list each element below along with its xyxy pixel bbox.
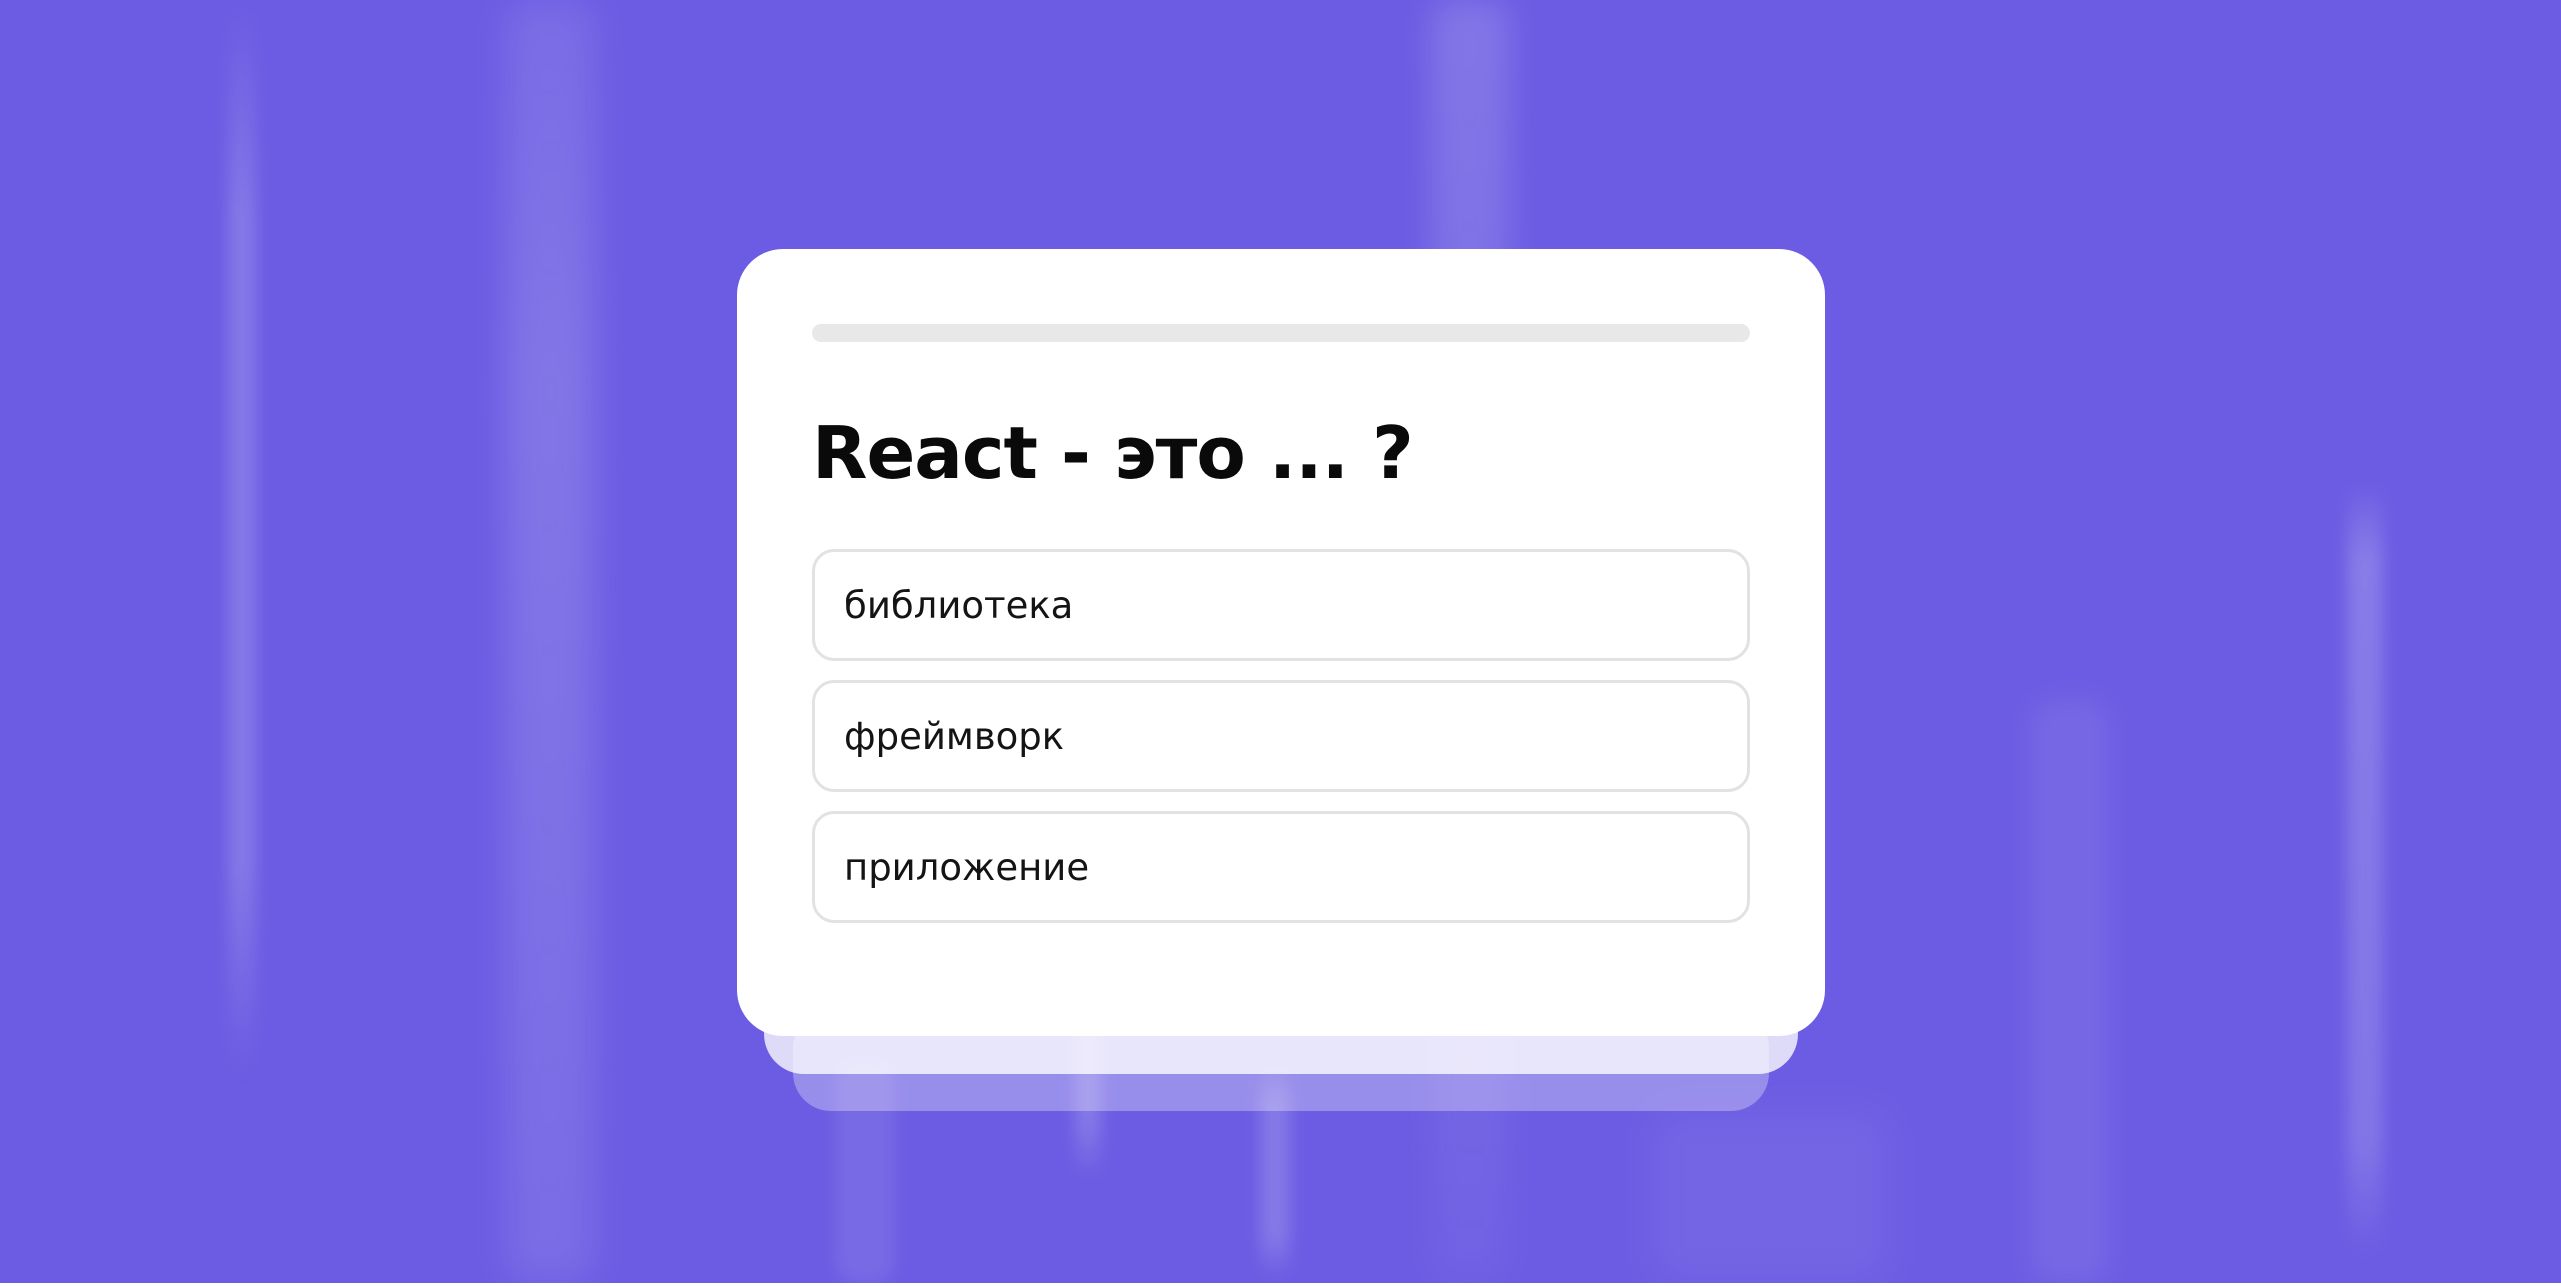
background-light-streak [505,0,595,1283]
answer-option-application[interactable]: приложение [812,811,1750,923]
background-light-streak [228,0,256,1080]
answer-list: библиотека фреймворк приложение [812,549,1750,942]
answer-option-framework[interactable]: фреймворк [812,680,1750,792]
answer-option-library[interactable]: библиотека [812,549,1750,661]
page-background: React - это ... ? библиотека фреймворк п… [0,0,2561,1283]
question-title: React - это ... ? [812,411,1414,495]
quiz-card: React - это ... ? библиотека фреймворк п… [737,249,1825,1036]
background-light-streak [1650,1110,1890,1283]
background-light-streak [2030,700,2110,1283]
background-light-streak [2347,480,2383,1260]
progress-bar [812,324,1750,342]
